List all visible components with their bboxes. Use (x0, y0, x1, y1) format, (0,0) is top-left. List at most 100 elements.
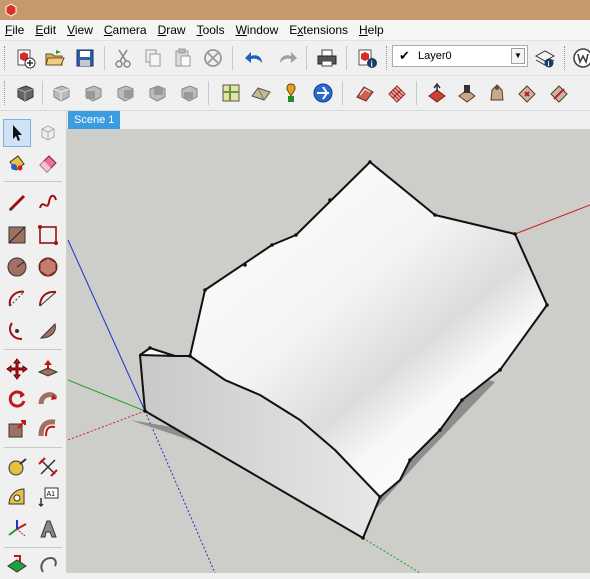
pie-tool[interactable] (34, 317, 62, 345)
menu-extensions[interactable]: Extensions (284, 20, 354, 40)
menu-draw[interactable]: Draw (153, 20, 192, 40)
three-point-arc-icon (9, 322, 23, 340)
component-icon (41, 125, 55, 141)
erase-button[interactable] (200, 45, 226, 71)
model-canvas[interactable] (67, 129, 590, 573)
freehand-tool[interactable] (34, 189, 62, 217)
back-view-icon (149, 85, 166, 102)
toolbar-separator (4, 349, 62, 350)
left-view-button[interactable] (176, 80, 202, 106)
push-pull-icon (37, 360, 59, 377)
undo-button[interactable] (242, 45, 268, 71)
menu-window[interactable]: Window (231, 20, 285, 40)
drape-button[interactable] (484, 80, 510, 106)
3d-text-tool[interactable] (34, 515, 62, 543)
drape-icon (490, 84, 504, 101)
toolbar-grip[interactable] (386, 46, 390, 70)
flip-edge-icon (550, 85, 568, 103)
scene-tab[interactable]: Scene 1 (68, 111, 121, 129)
front-view-icon (85, 85, 102, 102)
select-tool[interactable] (3, 119, 31, 147)
add-location-button[interactable] (218, 80, 244, 106)
menu-file[interactable]: File (0, 20, 30, 40)
menu-view[interactable]: View (62, 20, 99, 40)
line-tool[interactable] (3, 189, 31, 217)
erase-icon (204, 49, 222, 67)
new-button[interactable] (12, 45, 38, 71)
layer-dropdown[interactable]: ✔ Layer0 ▼ (392, 45, 528, 67)
stamp-icon (458, 85, 476, 103)
follow-me-tool[interactable] (34, 385, 62, 413)
toolbar-grip[interactable] (4, 46, 8, 70)
red-axis (514, 204, 590, 235)
layer-name: Layer0 (418, 50, 452, 62)
dimension-tool[interactable] (34, 453, 62, 481)
cut-button[interactable] (110, 45, 136, 71)
layer-manager-button[interactable]: i (532, 45, 558, 71)
follow-me-icon (38, 392, 58, 405)
stamp-button[interactable] (454, 80, 480, 106)
drawing-viewport[interactable] (67, 129, 590, 573)
right-view-button[interactable] (112, 80, 138, 106)
photo-texture-button[interactable] (278, 80, 304, 106)
three-point-arc-tool[interactable] (3, 317, 31, 345)
text-tool[interactable]: A1 (34, 483, 62, 511)
offset-tool[interactable] (34, 415, 62, 443)
paste-button[interactable] (170, 45, 196, 71)
save-button[interactable] (72, 45, 98, 71)
redo-button[interactable] (274, 45, 300, 71)
paint-bucket-tool[interactable] (3, 149, 31, 177)
iso-view-button[interactable] (12, 80, 38, 106)
flip-edge-button[interactable] (546, 80, 572, 106)
circle-tool[interactable] (3, 253, 31, 281)
polygon-tool[interactable] (34, 253, 62, 281)
top-view-button[interactable] (48, 80, 74, 106)
scene-tab-bar: Scene 1 (66, 111, 590, 129)
tape-measure-tool[interactable] (3, 453, 31, 481)
front-view-button[interactable] (80, 80, 106, 106)
two-point-arc-tool[interactable] (34, 285, 62, 313)
sandbox-scratch-button[interactable] (384, 80, 410, 106)
rotated-rectangle-tool[interactable] (34, 221, 62, 249)
model-info-button[interactable]: i (354, 45, 380, 71)
menu-edit[interactable]: Edit (30, 20, 62, 40)
rotate-icon (8, 390, 26, 408)
eraser-tool[interactable] (34, 149, 62, 177)
menu-camera[interactable]: Camera (99, 20, 153, 40)
protractor-tool[interactable] (3, 483, 31, 511)
terrain-button[interactable] (248, 80, 274, 106)
blue-axis (67, 239, 146, 412)
add-detail-button[interactable] (514, 80, 540, 106)
iso-view-icon (17, 85, 34, 102)
protractor-icon (8, 488, 25, 505)
toolbar-grip[interactable] (564, 46, 568, 70)
rectangle-tool[interactable] (3, 221, 31, 249)
copy-button[interactable] (140, 45, 166, 71)
chevron-down-icon[interactable]: ▼ (511, 48, 525, 64)
toolbar-separator (416, 81, 417, 105)
open-button[interactable] (42, 45, 68, 71)
warehouse-button[interactable] (570, 45, 590, 71)
toolbar-separator (4, 447, 62, 448)
move-tool[interactable] (3, 355, 31, 383)
menu-help[interactable]: Help (354, 20, 390, 40)
smoove-button[interactable] (424, 80, 450, 106)
toolbar-grip[interactable] (4, 81, 8, 105)
print-button[interactable] (314, 45, 340, 71)
geo-toggle-button[interactable] (310, 80, 336, 106)
push-pull-tool[interactable] (34, 355, 62, 383)
add-location-icon (286, 83, 296, 102)
pie-icon (39, 323, 56, 339)
make-component-tool[interactable] (34, 119, 62, 147)
arc-tool[interactable] (3, 285, 31, 313)
orbit-tool[interactable] (34, 551, 62, 579)
scale-tool[interactable] (3, 415, 31, 443)
back-view-button[interactable] (144, 80, 170, 106)
section-plane-tool[interactable] (3, 551, 31, 579)
menu-tools[interactable]: Tools (192, 20, 231, 40)
select-icon (13, 125, 22, 141)
rotate-tool[interactable] (3, 385, 31, 413)
sandbox-contours-button[interactable] (352, 80, 378, 106)
axes-tool[interactable] (3, 515, 31, 543)
two-point-arc-icon (39, 290, 57, 307)
